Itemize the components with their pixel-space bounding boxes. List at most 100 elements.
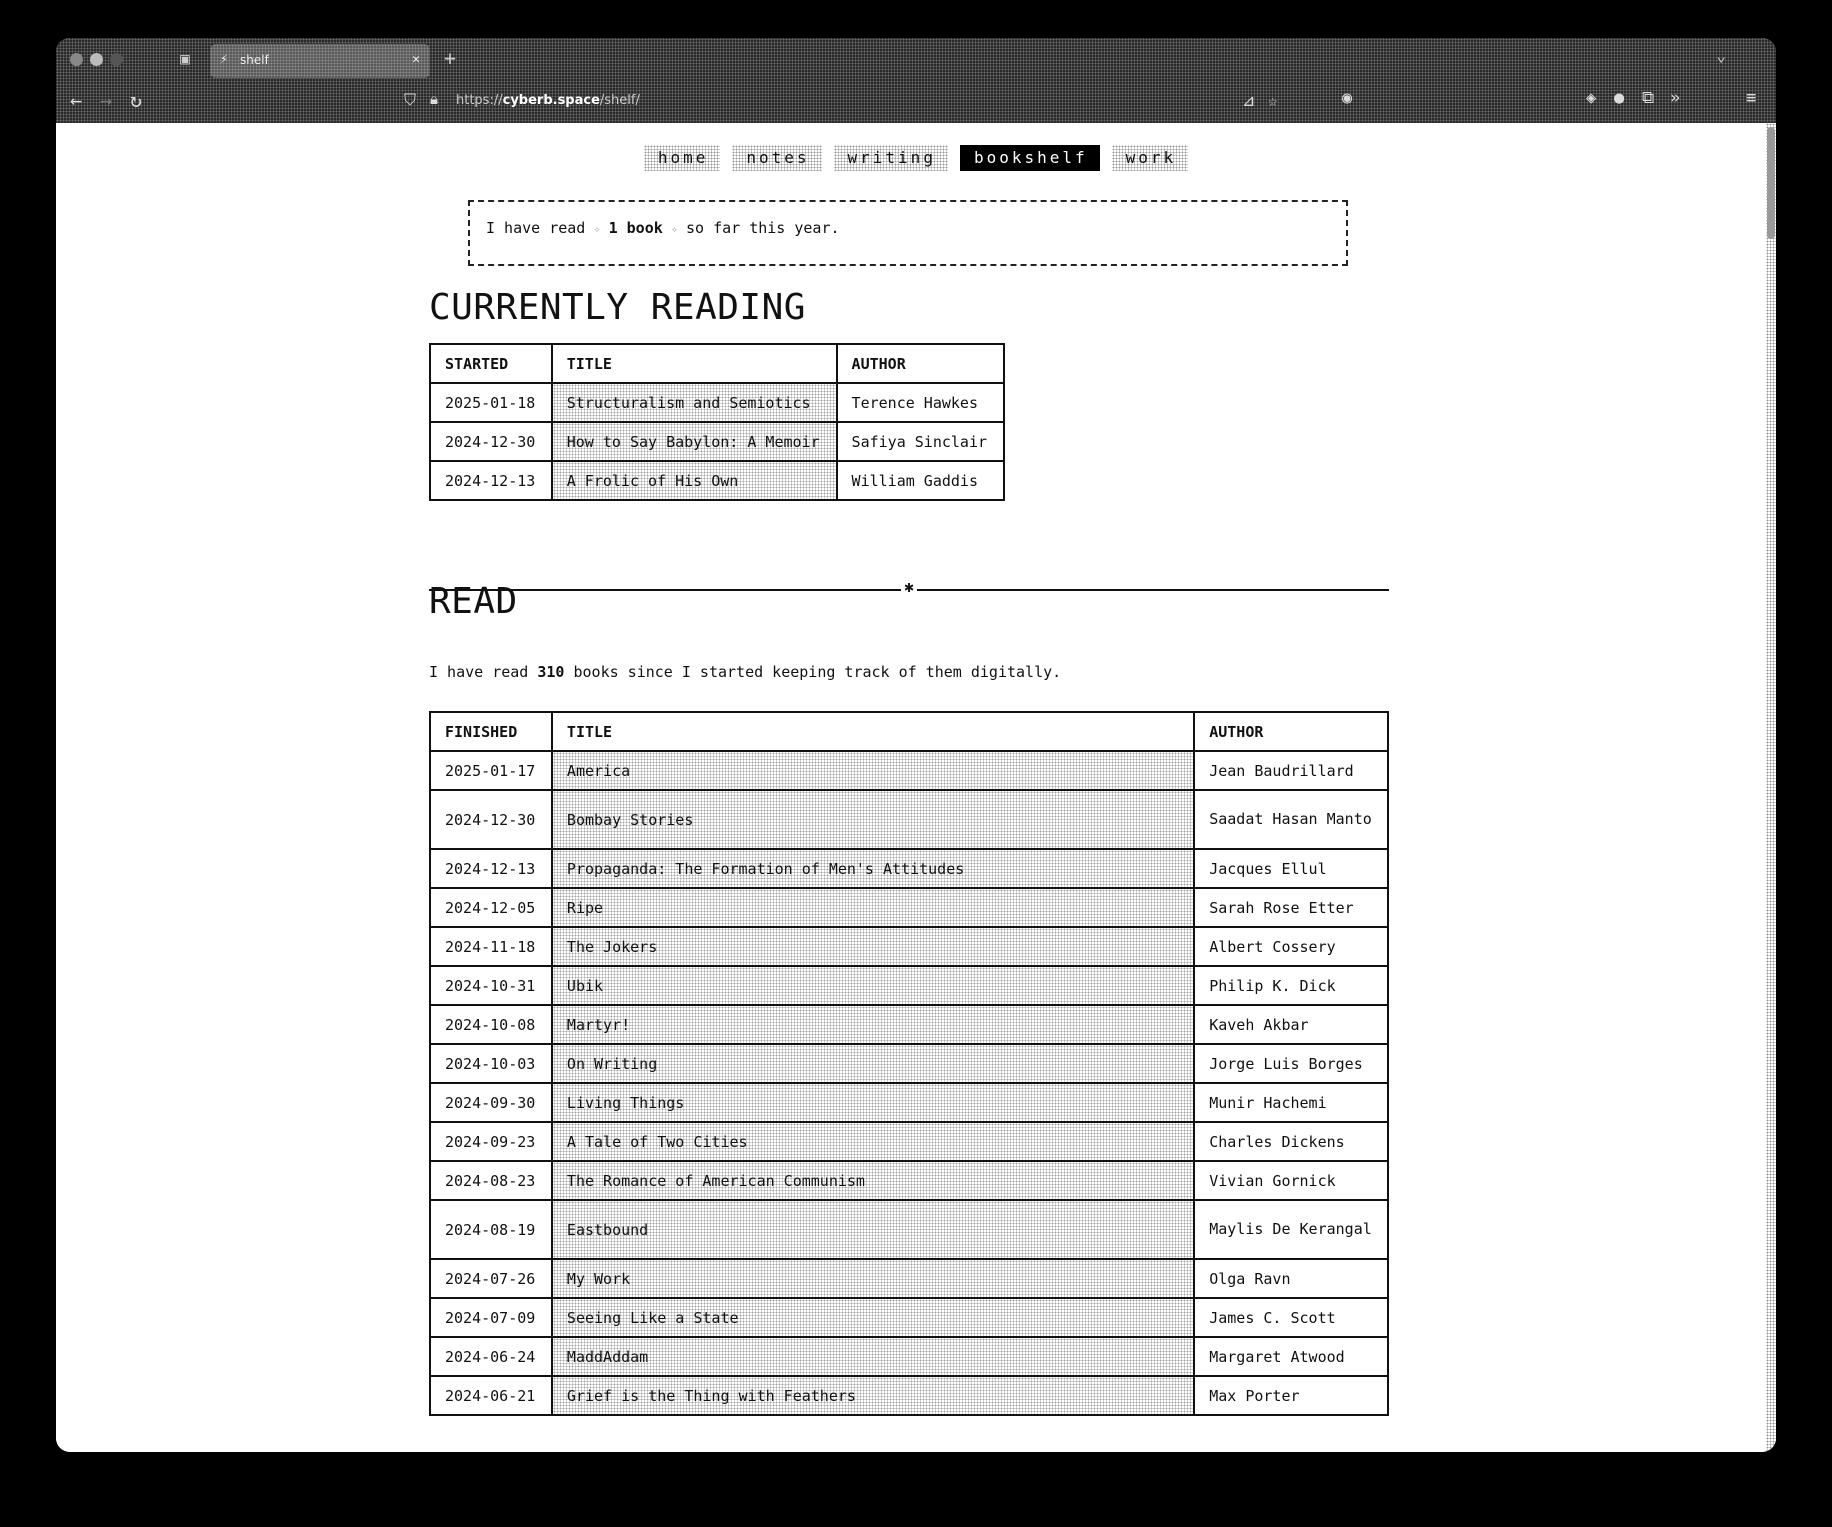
hamburger-menu-icon[interactable]: ≡ [1746,88,1756,108]
table-header-row: FINISHED TITLE AUTHOR [429,711,1389,752]
book-author: William Gaddis [835,460,1006,501]
notice-suffix: so far this year. [686,219,840,237]
column-header: STARTED [429,343,553,384]
book-title: Ubik [550,965,1196,1006]
close-icon[interactable]: ✕ [412,52,420,67]
book-title: The Romance of American Communism [550,1160,1196,1201]
book-author: Sarah Rose Etter [1193,887,1389,928]
back-arrow-icon[interactable]: ← [70,88,82,112]
reload-icon[interactable]: ↻ [130,88,142,112]
book-author: Munir Hachemi [1193,1082,1389,1123]
url-text[interactable]: https://cyberb.space/shelf/ [456,93,640,108]
finished-date: 2024-07-26 [429,1258,553,1299]
divider-star-icon: ✱ [901,577,917,596]
finished-date: 2024-11-18 [429,926,553,967]
started-date: 2025-01-18 [429,382,553,423]
book-author: Margaret Atwood [1193,1336,1389,1377]
table-row: 2024-10-03 On Writing Jorge Luis Borges [429,1043,1389,1084]
currently-reading-table: STARTED TITLE AUTHOR 2025-01-18 Structur… [429,343,1006,501]
nav-bookshelf[interactable]: bookshelf [959,145,1100,171]
bookmark-star-icon[interactable]: ☆ [1268,91,1278,110]
notice-prefix: I have read [486,219,586,237]
finished-date: 2024-10-08 [429,1004,553,1045]
finished-date: 2024-06-24 [429,1336,553,1377]
table-row: 2024-12-13 A Frolic of His Own William G… [429,460,1006,501]
book-title: A Tale of Two Cities [550,1121,1196,1162]
favicon-icon: ⚡ [220,52,228,67]
book-title: Grief is the Thing with Feathers [550,1375,1196,1416]
tab-shelf[interactable]: ⚡ shelf ✕ [210,44,430,78]
book-author: Jorge Luis Borges [1193,1043,1389,1084]
read-table-body: 2025-01-17 America Jean Baudrillard 2024-12… [429,750,1389,1416]
lock-icon[interactable]: 🔒︎ [430,90,438,108]
book-title: Bombay Stories [550,789,1196,850]
finished-date: 2024-08-23 [429,1160,553,1201]
table-row: 2024-10-08 Martyr! Kaveh Akbar [429,1004,1389,1045]
overflow-chevrons-icon[interactable]: » [1670,88,1680,108]
finished-date: 2025-01-17 [429,750,553,791]
book-author: Vivian Gornick [1193,1160,1389,1201]
navigation-toolbar: ← → ↻ ⛉ 🔒︎ https://cyberb.space/shelf/ ⊿… [56,80,1776,123]
book-author: Kaveh Akbar [1193,1004,1389,1045]
web-page: home notes writing bookshelf work I have… [56,123,1776,1452]
table-row: 2024-07-26 My Work Olga Ravn [429,1258,1389,1299]
book-author: Terence Hawkes [835,382,1006,423]
url-bar[interactable]: ⛉ 🔒︎ https://cyberb.space/shelf/ ⊿ ☆ [396,85,1296,117]
scrollbar[interactable] [1766,123,1776,1452]
shield-icon[interactable]: ⛉ [404,90,416,110]
finished-date: 2024-12-13 [429,848,553,889]
yearly-reading-notice: I have read ✧ 1 book ✧ so far this year. [468,200,1348,266]
book-title: A Frolic of His Own [550,460,838,501]
shield-extension-icon[interactable]: ◈ [1586,88,1596,108]
sparkle-icon: ✧ [593,222,601,236]
finished-date: 2024-10-03 [429,1043,553,1084]
scrollbar-thumb[interactable] [1767,127,1775,239]
window-zoom-button[interactable] [110,53,123,66]
forward-arrow-icon[interactable]: → [100,88,112,112]
table-row: 2024-10-31 Ubik Philip K. Dick [429,965,1389,1006]
book-author: Jacques Ellul [1193,848,1389,889]
column-header: TITLE [550,343,838,384]
book-author: Albert Cossery [1193,926,1389,967]
column-header: FINISHED [429,711,553,752]
table-header-row: STARTED TITLE AUTHOR [429,343,1006,384]
nav-home[interactable]: home [643,145,721,171]
nav-notes[interactable]: notes [732,145,822,171]
book-title: Seeing Like a State [550,1297,1196,1338]
book-author: Olga Ravn [1193,1258,1389,1299]
read-summary: I have read 310 books since I started ke… [429,663,1062,681]
tab-list-icon[interactable]: ▣ [174,48,196,70]
book-title: Structuralism and Semiotics [550,382,838,423]
table-row: 2024-08-23 The Romance of American Commun… [429,1160,1389,1201]
new-tab-icon[interactable]: + [444,46,456,70]
rss-icon[interactable]: ⊿ [1242,91,1255,110]
finished-date: 2024-08-19 [429,1199,553,1260]
extension-icon[interactable]: ◉ [1342,88,1352,108]
window-close-button[interactable] [70,53,83,66]
nav-writing[interactable]: writing [833,145,948,171]
site-nav: home notes writing bookshelf work [56,145,1776,171]
table-row: 2024-12-05 Ripe Sarah Rose Etter [429,887,1389,928]
column-header: AUTHOR [1193,711,1389,752]
browser-chrome: ▣ ⚡ shelf ✕ + ⌄ ← → ↻ ⛉ 🔒︎ https://cyber… [56,38,1776,123]
book-title: My Work [550,1258,1196,1299]
table-row: 2025-01-18 Structuralism and Semiotics T… [429,382,1006,423]
book-author: Charles Dickens [1193,1121,1389,1162]
finished-date: 2024-07-09 [429,1297,553,1338]
finished-date: 2024-09-30 [429,1082,553,1123]
book-author: Safiya Sinclair [835,421,1006,462]
nav-work[interactable]: work [1111,145,1189,171]
finished-date: 2024-06-21 [429,1375,553,1416]
table-row: 2024-06-24 MaddAddam Margaret Atwood [429,1336,1389,1377]
puzzle-icon[interactable]: ⧉ [1642,88,1654,108]
table-row: 2024-12-30 How to Say Babylon: A Memoir … [429,421,1006,462]
window-minimize-button[interactable] [90,53,103,66]
book-title: Eastbound [550,1199,1196,1260]
user-extension-icon[interactable]: ● [1614,88,1624,108]
table-row: 2024-08-19 Eastbound Maylis De Kerangal [429,1199,1389,1260]
browser-window: ▣ ⚡ shelf ✕ + ⌄ ← → ↻ ⛉ 🔒︎ https://cyber… [56,38,1776,1452]
chevron-down-icon[interactable]: ⌄ [1716,46,1726,65]
tab-strip: ▣ ⚡ shelf ✕ + ⌄ [56,38,1776,80]
read-count: 310 [537,663,565,681]
book-author: Maylis De Kerangal [1193,1199,1389,1260]
